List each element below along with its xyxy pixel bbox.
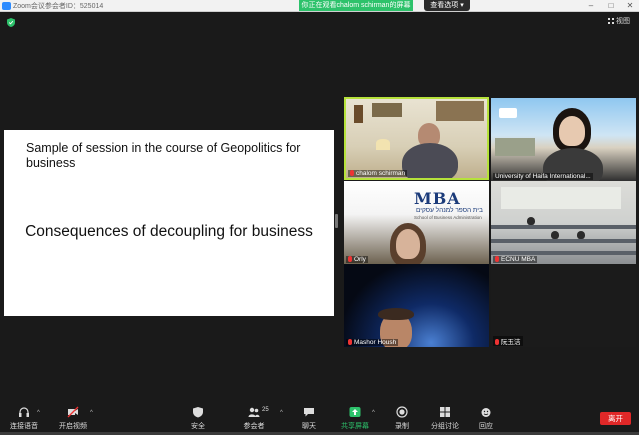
mba-logo-english: School of Business Administration bbox=[414, 215, 482, 220]
share-screen-button[interactable]: 共享屏幕 bbox=[335, 406, 375, 431]
participant-face bbox=[559, 116, 585, 146]
participant-name: 阮玉洁 bbox=[493, 336, 523, 346]
participant-hair bbox=[378, 308, 414, 320]
participant-name: ECNU MBA bbox=[493, 256, 538, 263]
wall-picture bbox=[372, 103, 402, 117]
wall-picture bbox=[436, 101, 484, 121]
view-options-button[interactable]: 查看选项 ▾ bbox=[424, 0, 470, 11]
participant-name: chalom schirman bbox=[348, 170, 408, 177]
reaction-emoji-icon bbox=[481, 408, 491, 417]
video-tile[interactable]: MBA בית הספר למנהל עסקים School of Busin… bbox=[344, 181, 489, 264]
video-tile[interactable]: ECNU MBA bbox=[491, 181, 636, 264]
desk-row bbox=[491, 225, 636, 229]
view-layout-button[interactable]: 视图 bbox=[608, 16, 630, 26]
close-button[interactable]: ✕ bbox=[619, 0, 639, 12]
screen-share-banner: 你正在观看chalom schirman的屏幕 bbox=[299, 0, 413, 11]
video-options-caret[interactable]: ^ bbox=[90, 410, 93, 416]
panel-resize-handle[interactable] bbox=[335, 214, 338, 228]
muted-mic-icon bbox=[348, 339, 352, 345]
window-title: Zoom会议参会者ID：525014 bbox=[13, 3, 104, 10]
cityscape bbox=[495, 138, 535, 156]
participants-count: 25 bbox=[262, 407, 269, 413]
video-tile[interactable]: University of Haifa International... bbox=[491, 98, 636, 181]
muted-mic-icon bbox=[495, 339, 499, 345]
video-tile[interactable]: chalom schirman bbox=[344, 97, 489, 180]
headphones-icon bbox=[19, 407, 29, 417]
reactions-label: 回应 bbox=[479, 423, 493, 430]
participant-body bbox=[402, 143, 458, 178]
share-screen-label: 共享屏幕 bbox=[341, 423, 369, 430]
participants-label: 参会者 bbox=[243, 423, 265, 430]
video-tile[interactable]: Mashor Housh bbox=[344, 264, 489, 347]
encryption-shield-icon[interactable] bbox=[7, 18, 15, 27]
join-audio-label: 连接语音 bbox=[10, 423, 38, 430]
muted-mic-icon bbox=[350, 170, 354, 176]
slide-title: Sample of session in the course of Geopo… bbox=[26, 141, 301, 170]
breakout-rooms-label: 分组讨论 bbox=[431, 423, 459, 430]
security-button[interactable]: 安全 bbox=[178, 406, 218, 431]
classroom-wall bbox=[501, 187, 621, 209]
record-button[interactable]: 录制 bbox=[382, 406, 422, 431]
breakout-rooms-button[interactable]: 分组讨论 bbox=[425, 406, 465, 431]
start-video-button[interactable]: 开启视频 bbox=[53, 406, 93, 431]
participant-name: Mashor Housh bbox=[346, 339, 399, 346]
lamp bbox=[376, 139, 390, 150]
participant-name: University of Haifa International... bbox=[493, 173, 593, 180]
wall-picture bbox=[354, 105, 363, 123]
mba-logo-hebrew: בית הספר למנהל עסקים bbox=[416, 207, 483, 214]
shared-screen-slide: Sample of session in the course of Geopo… bbox=[4, 130, 334, 316]
muted-mic-icon bbox=[348, 256, 352, 262]
reactions-button[interactable]: 回应 bbox=[466, 406, 506, 431]
participants-options-caret[interactable]: ^ bbox=[280, 410, 283, 416]
participant-name: Orly bbox=[346, 256, 368, 263]
audio-options-caret[interactable]: ^ bbox=[37, 410, 40, 416]
student bbox=[577, 231, 585, 239]
meeting-toolbar: 连接语音 ^ 开启视频 ^ 安全 参会者 25 ^ 聊天 共享屏幕 ^ 录制 分… bbox=[0, 403, 639, 435]
leave-meeting-button[interactable]: 离开 bbox=[600, 412, 631, 425]
zoom-logo-icon bbox=[2, 2, 11, 10]
chat-button[interactable]: 聊天 bbox=[289, 406, 329, 431]
record-label: 录制 bbox=[395, 423, 409, 430]
student bbox=[527, 217, 535, 225]
desk-row bbox=[491, 251, 636, 255]
video-tile[interactable]: 阮玉洁 bbox=[491, 264, 636, 347]
muted-mic-icon bbox=[495, 256, 499, 262]
participant-face bbox=[396, 229, 420, 259]
student bbox=[551, 231, 559, 239]
share-screen-icon bbox=[349, 407, 361, 417]
chat-icon bbox=[304, 408, 314, 417]
minimize-button[interactable]: – bbox=[580, 0, 602, 12]
slide-heading: Consequences of decoupling for business bbox=[25, 223, 313, 240]
desk-row bbox=[491, 239, 636, 243]
university-logo bbox=[499, 108, 517, 118]
record-icon bbox=[396, 406, 408, 418]
view-layout-label: 视图 bbox=[616, 18, 630, 25]
participants-icon bbox=[248, 407, 260, 417]
shield-icon bbox=[193, 407, 203, 418]
start-video-label: 开启视频 bbox=[59, 423, 87, 430]
share-options-caret[interactable]: ^ bbox=[372, 410, 375, 416]
mba-logo-text: MBA bbox=[414, 189, 461, 208]
chat-label: 聊天 bbox=[302, 423, 316, 430]
video-off-icon bbox=[67, 406, 79, 418]
security-label: 安全 bbox=[191, 423, 205, 430]
grid-icon bbox=[608, 18, 614, 24]
breakout-rooms-icon bbox=[440, 407, 450, 417]
